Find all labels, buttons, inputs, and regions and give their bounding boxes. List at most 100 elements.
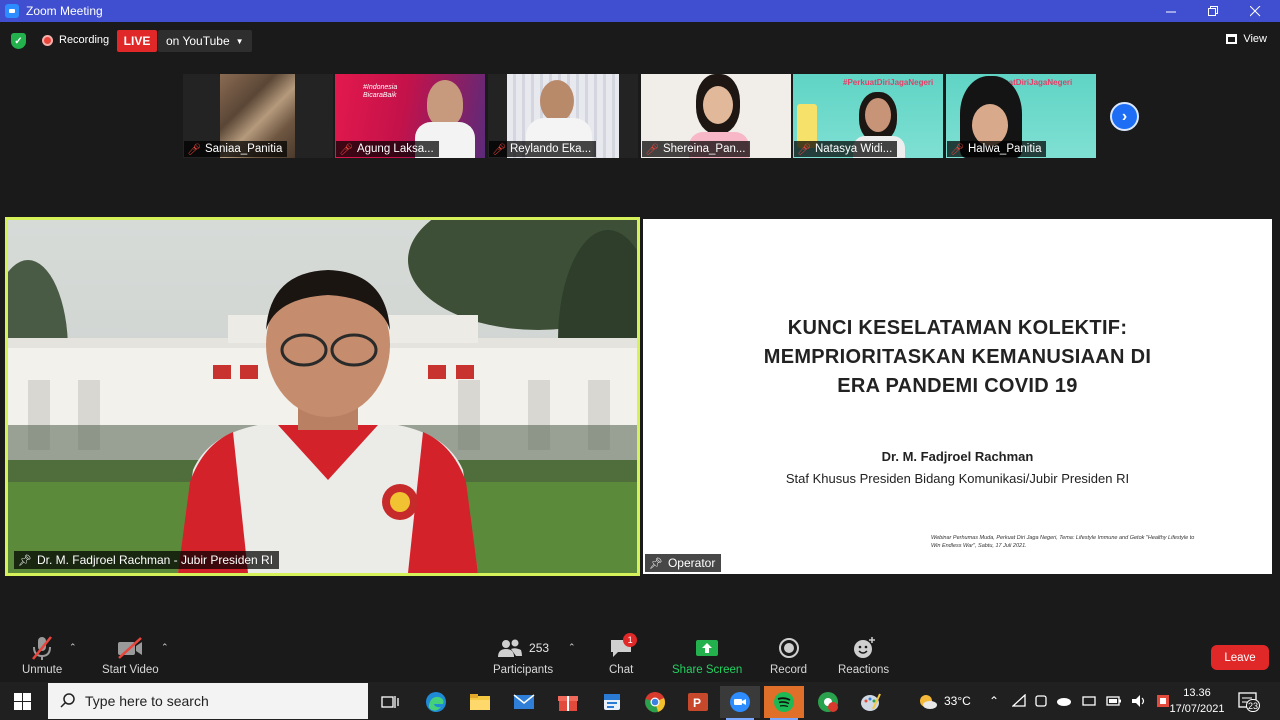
reactions-label: Reactions bbox=[838, 664, 890, 676]
meeting-info-bar: ✓ Recording LIVE on YouTube ▼ View bbox=[0, 22, 1280, 60]
pin-icon: 📌︎ bbox=[18, 554, 32, 567]
show-hidden-icons-button[interactable]: ⌃ bbox=[989, 682, 999, 720]
participant-name: Agung Laksa... bbox=[356, 143, 434, 155]
participant-name-tag: 🎤︎ Agung Laksa... bbox=[336, 141, 439, 157]
chevron-right-icon: › bbox=[1121, 107, 1128, 125]
chat-icon: 1 bbox=[609, 632, 638, 664]
start-video-button[interactable]: Start Video bbox=[102, 632, 159, 676]
recording-label: Recording bbox=[59, 34, 110, 46]
restore-button[interactable] bbox=[1190, 0, 1236, 22]
live-stream-dropdown[interactable]: on YouTube ▼ bbox=[158, 30, 252, 52]
speaker-video-frame bbox=[8, 220, 637, 573]
participants-button[interactable]: 253 Participants bbox=[493, 632, 553, 676]
gift-app-icon[interactable] bbox=[548, 686, 588, 718]
file-explorer-icon[interactable] bbox=[460, 686, 500, 718]
minimize-icon bbox=[1165, 11, 1176, 12]
windows-taskbar: Type here to search P 33°C ⌃ 13.36 17/07… bbox=[0, 682, 1280, 720]
search-icon bbox=[60, 693, 75, 708]
slide-footer: Webinar Perhumas Muda, Perkuat Diri Jaga… bbox=[931, 535, 1195, 549]
participant-thumbnail[interactable]: #PerkuatDiriJagaNegeri 🎤︎ Halwa_Panitia bbox=[946, 74, 1096, 158]
onedrive-cloud-icon[interactable] bbox=[1056, 695, 1072, 707]
muted-mic-icon: 🎤︎ bbox=[950, 143, 964, 156]
participant-name-tag: 🎤︎ Saniaa_Panitia bbox=[184, 141, 288, 157]
participant-face bbox=[972, 104, 1008, 146]
clock-time: 13.36 bbox=[1183, 687, 1211, 699]
clock-date: 17/07/2021 bbox=[1169, 703, 1225, 715]
reactions-icon bbox=[852, 632, 876, 664]
banner-text: #Indonesia BicaraBaik bbox=[363, 84, 398, 99]
taskbar-search-box[interactable]: Type here to search bbox=[48, 683, 368, 719]
participant-face bbox=[540, 80, 574, 122]
chrome-icon[interactable] bbox=[635, 686, 675, 718]
leave-button[interactable]: Leave bbox=[1211, 645, 1269, 670]
ethernet-icon[interactable] bbox=[1081, 695, 1097, 707]
muted-microphone-icon bbox=[30, 632, 54, 664]
zoom-app-icon[interactable] bbox=[720, 686, 760, 720]
taskbar-clock[interactable]: 13.36 17/07/2021 bbox=[1168, 685, 1226, 717]
record-button[interactable]: Record bbox=[770, 632, 807, 676]
view-grid-icon bbox=[1226, 34, 1238, 44]
audio-options-caret-icon[interactable]: ⌃ bbox=[69, 642, 77, 653]
view-button[interactable]: View bbox=[1226, 33, 1267, 45]
weather-widget[interactable]: 33°C bbox=[916, 682, 971, 720]
notification-count-badge: 23 bbox=[1246, 699, 1261, 712]
slide-title-line: KUNCI KESELATAMAN KOLEKTIF: bbox=[787, 317, 1128, 339]
live-badge[interactable]: LIVE bbox=[117, 30, 157, 52]
unmute-button[interactable]: Unmute bbox=[22, 632, 62, 676]
windows-start-icon[interactable] bbox=[14, 693, 31, 710]
participants-options-caret-icon[interactable]: ⌃ bbox=[568, 642, 576, 653]
weather-sun-icon bbox=[920, 695, 937, 709]
volume-icon[interactable] bbox=[1131, 694, 1147, 708]
slide-title: KUNCI KESELATAMAN KOLEKTIF: MEMPRIORITAS… bbox=[643, 314, 1272, 401]
chat-label: Chat bbox=[609, 664, 634, 676]
participant-name: Halwa_Panitia bbox=[967, 143, 1042, 155]
participant-face bbox=[865, 98, 891, 132]
video-off-icon bbox=[116, 632, 144, 664]
chrome-profile-icon[interactable] bbox=[808, 686, 848, 718]
chat-unread-badge: 1 bbox=[623, 633, 638, 647]
mail-icon[interactable] bbox=[504, 686, 544, 718]
unmute-label: Unmute bbox=[22, 664, 63, 676]
active-speaker-video[interactable]: 📌︎ Dr. M. Fadjroel Rachman - Jubir Presi… bbox=[5, 217, 640, 576]
recording-indicator[interactable]: Recording bbox=[42, 34, 109, 46]
participant-name-tag: 🎤︎ Shereina_Pan... bbox=[642, 141, 751, 157]
notification-center-button[interactable]: 23 bbox=[1238, 691, 1261, 712]
participant-thumbnail[interactable]: 🎤︎ Saniaa_Panitia bbox=[183, 74, 333, 158]
window-title: Zoom Meeting bbox=[26, 4, 103, 18]
reactions-button[interactable]: Reactions bbox=[838, 632, 889, 676]
meet-now-icon[interactable] bbox=[1035, 694, 1047, 708]
video-options-caret-icon[interactable]: ⌃ bbox=[161, 642, 169, 653]
share-screen-button[interactable]: Share Screen bbox=[672, 632, 742, 676]
view-label: View bbox=[1243, 33, 1267, 45]
muted-mic-icon: 🎤︎ bbox=[339, 143, 353, 156]
close-button[interactable] bbox=[1232, 0, 1278, 22]
security-shield-icon[interactable]: ✓ bbox=[11, 33, 26, 49]
record-icon bbox=[778, 632, 800, 664]
participant-thumbnail[interactable]: #PerkuatDiriJagaNegeri 🎤︎ Natasya Widi..… bbox=[793, 74, 943, 158]
paint-icon[interactable] bbox=[850, 686, 890, 718]
speaker-name-tag: 📌︎ Dr. M. Fadjroel Rachman - Jubir Presi… bbox=[14, 551, 280, 569]
battery-icon[interactable] bbox=[1106, 695, 1122, 707]
slide-presenter-name: Dr. M. Fadjroel Rachman bbox=[881, 449, 1034, 464]
chat-button[interactable]: 1 Chat bbox=[609, 632, 638, 676]
participant-thumbnail[interactable]: 🎤︎ Shereina_Pan... bbox=[641, 74, 791, 158]
task-view-icon[interactable] bbox=[370, 686, 410, 718]
powerpoint-icon[interactable]: P bbox=[678, 686, 718, 718]
participant-face bbox=[427, 80, 463, 126]
participants-icon-group: 253 bbox=[497, 632, 549, 664]
participant-thumbnail[interactable]: 🎤︎ Reylando Eka... bbox=[488, 74, 638, 158]
recording-dot-icon bbox=[42, 34, 53, 46]
outlook-icon[interactable] bbox=[592, 686, 632, 718]
spotify-icon[interactable] bbox=[764, 686, 804, 720]
minimize-button[interactable] bbox=[1148, 0, 1194, 22]
participant-thumbnail[interactable]: #Indonesia BicaraBaik 🎤︎ Agung Laksa... bbox=[335, 74, 485, 158]
shared-screen[interactable]: KUNCI KESELATAMAN KOLEKTIF: MEMPRIORITAS… bbox=[643, 219, 1272, 574]
share-name-tag: 📌︎ Operator bbox=[645, 554, 722, 572]
muted-mic-icon: 🎤︎ bbox=[492, 143, 506, 156]
temperature-label: 33°C bbox=[944, 694, 971, 708]
edge-browser-icon[interactable] bbox=[416, 686, 456, 718]
system-tray-icons bbox=[1012, 682, 1170, 720]
svg-text:P: P bbox=[693, 696, 701, 710]
next-page-button[interactable]: › bbox=[1110, 102, 1139, 131]
network-icon[interactable] bbox=[1012, 694, 1026, 708]
